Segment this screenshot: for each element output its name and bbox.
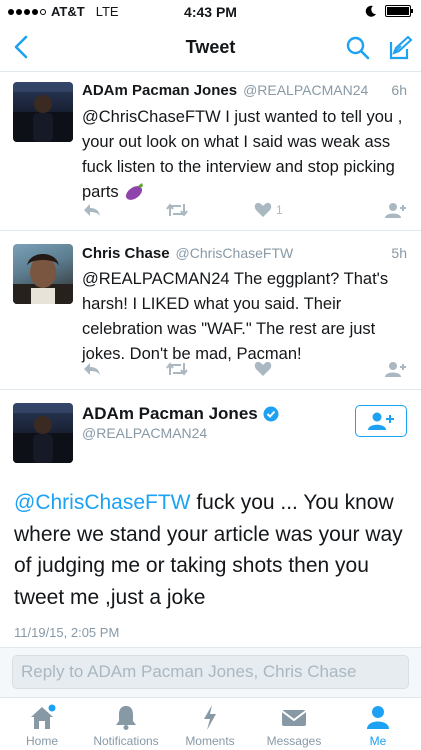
tweet-text: @REALPACMAN24 The eggplant? That's harsh… xyxy=(82,270,389,363)
detail-author[interactable]: ADAm Pacman Jones xyxy=(82,404,279,424)
follow-action[interactable] xyxy=(385,202,407,218)
reply-icon[interactable] xyxy=(82,361,102,377)
tweet-author-name[interactable]: ADAm Pacman Jones xyxy=(82,82,237,99)
detail-timestamp: 11/19/15, 2:05 PM xyxy=(14,625,120,640)
retweet-action[interactable] xyxy=(165,361,189,377)
retweet-icon[interactable] xyxy=(165,361,189,377)
reply-icon[interactable] xyxy=(82,202,102,218)
nav-bar: Tweet xyxy=(0,24,421,72)
tweet-author-handle[interactable]: @ChrisChaseFTW xyxy=(176,245,294,261)
tweet-time: 5h xyxy=(391,245,407,261)
add-user-icon xyxy=(368,412,394,430)
tweet-time: 6h xyxy=(391,82,407,98)
tab-label: Home xyxy=(25,734,58,748)
reply-action[interactable] xyxy=(82,361,102,377)
avatar[interactable] xyxy=(13,82,73,142)
mention-link[interactable]: @ChrisChaseFTW xyxy=(14,491,191,514)
tweet-author-handle[interactable]: @REALPACMAN24 xyxy=(243,82,368,98)
detail-avatar[interactable] xyxy=(13,403,73,463)
tweet-text-block: @ChrisChaseFTW I just wanted to tell you… xyxy=(82,105,407,205)
tab-bar: Home Notifications Moments Messages Me xyxy=(0,697,421,750)
tab-label: Me xyxy=(369,734,387,748)
envelope-icon[interactable] xyxy=(279,703,309,731)
status-bar: AT&T LTE 4:43 PM xyxy=(0,0,421,24)
clock: 4:43 PM xyxy=(184,4,237,20)
like-count: 1 xyxy=(276,203,283,217)
home-icon[interactable] xyxy=(27,703,57,731)
reply-action[interactable] xyxy=(82,202,102,218)
like-action[interactable]: 1 xyxy=(254,202,283,218)
search-icon[interactable] xyxy=(345,35,371,61)
verified-badge-icon xyxy=(263,406,279,422)
battery-icon xyxy=(385,5,413,17)
add-user-icon[interactable] xyxy=(385,202,407,218)
tab-me[interactable]: Me xyxy=(336,698,420,750)
avatar[interactable] xyxy=(13,244,73,304)
person-icon[interactable] xyxy=(363,703,393,731)
tab-moments[interactable]: Moments xyxy=(168,698,252,750)
like-action[interactable] xyxy=(254,361,276,377)
detail-author-name[interactable]: ADAm Pacman Jones xyxy=(82,404,258,424)
tab-messages[interactable]: Messages xyxy=(252,698,336,750)
tab-home[interactable]: Home xyxy=(0,698,84,750)
retweet-action[interactable] xyxy=(165,202,189,218)
tab-label: Moments xyxy=(185,734,235,748)
tweet-item[interactable]: Chris Chase @ChrisChaseFTW 5h @REALPACMA… xyxy=(0,231,421,390)
tab-notifications[interactable]: Notifications xyxy=(84,698,168,750)
reply-bar: Reply to ADAm Pacman Jones, Chris Chase xyxy=(0,647,421,697)
follow-action[interactable] xyxy=(385,361,407,377)
retweet-icon[interactable] xyxy=(165,202,189,218)
lightning-icon[interactable] xyxy=(195,703,225,731)
status-right xyxy=(365,5,413,17)
tweet-author-name[interactable]: Chris Chase xyxy=(82,245,170,262)
heart-icon[interactable] xyxy=(254,202,272,218)
tab-label: Notifications xyxy=(93,734,159,748)
reply-input[interactable]: Reply to ADAm Pacman Jones, Chris Chase xyxy=(12,655,409,689)
tweet-actions xyxy=(82,361,407,383)
detail-tweet-text: @ChrisChaseFTW fuck you ... You know whe… xyxy=(14,487,407,613)
add-user-icon[interactable] xyxy=(385,361,407,377)
tweet-actions: 1 xyxy=(82,202,407,224)
heart-icon[interactable] xyxy=(254,361,272,377)
tweet-item[interactable]: ADAm Pacman Jones @REALPACMAN24 6h @Chri… xyxy=(0,72,421,231)
eggplant-emoji-icon xyxy=(126,183,144,200)
follow-button[interactable] xyxy=(355,405,407,437)
moon-icon xyxy=(365,5,376,17)
bell-icon[interactable] xyxy=(111,703,141,731)
detail-author-handle[interactable]: @REALPACMAN24 xyxy=(82,425,207,441)
compose-icon[interactable] xyxy=(385,34,413,62)
tab-label: Messages xyxy=(266,734,322,748)
